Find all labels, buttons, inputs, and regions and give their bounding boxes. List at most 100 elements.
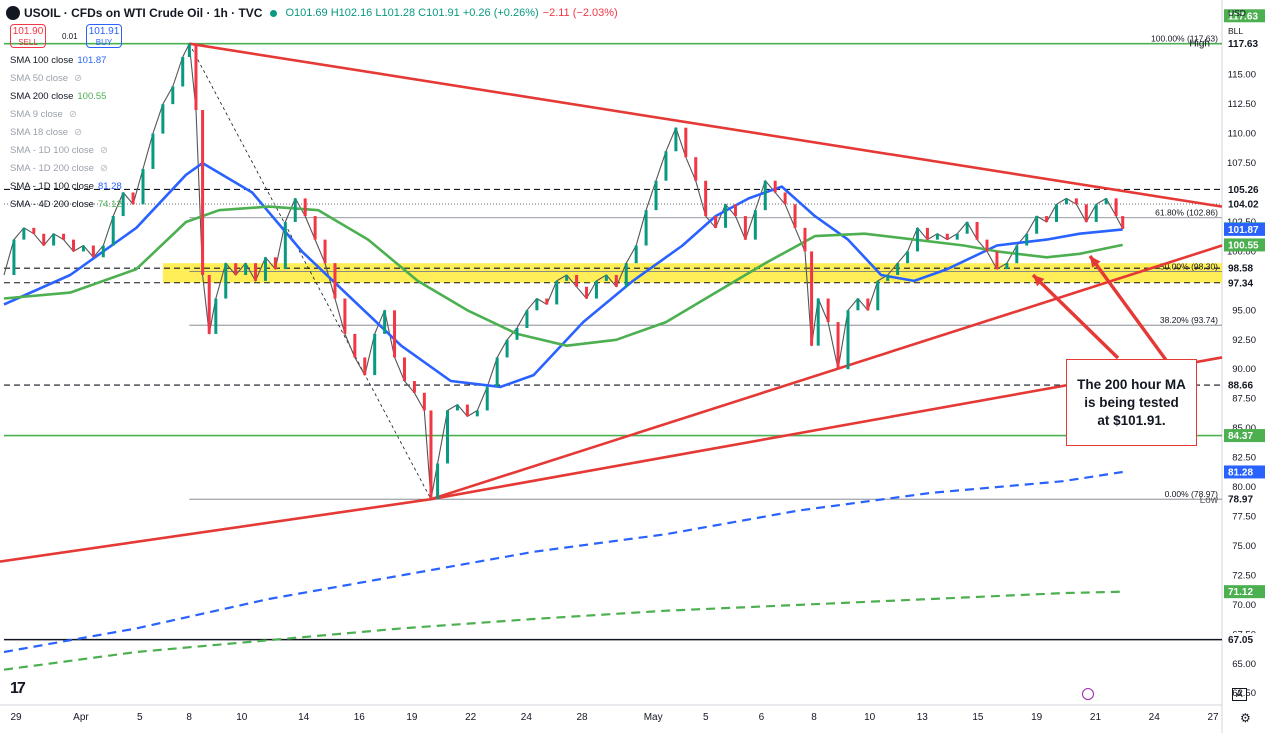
legend-item-name: SMA - 1D 100 close bbox=[10, 181, 94, 192]
legend-item[interactable]: SMA - 1D 100 close 81.28 bbox=[10, 180, 122, 194]
price-candle bbox=[886, 274, 890, 281]
price-candle bbox=[1114, 198, 1118, 217]
price-candle bbox=[896, 263, 900, 275]
price-candle bbox=[575, 274, 579, 287]
legend-item[interactable]: SMA 100 close 101.87 bbox=[10, 54, 106, 68]
legend-item[interactable]: SMA 18 close ⊘ bbox=[10, 126, 82, 140]
fib-level-label: 61.80% (102.86) bbox=[1155, 208, 1218, 218]
x-tick-label: 8 bbox=[811, 712, 817, 723]
x-tick-label: 29 bbox=[10, 712, 22, 723]
callout-line-1: The 200 hour MA bbox=[1077, 376, 1186, 392]
price-candle bbox=[1055, 204, 1059, 222]
legend-item[interactable]: SMA - 1D 100 close ⊘ bbox=[10, 144, 108, 158]
legend-item-name: SMA - 4D 200 close bbox=[10, 199, 94, 210]
price-candle bbox=[32, 227, 36, 234]
price-candle bbox=[714, 216, 718, 228]
price-candle bbox=[995, 251, 999, 270]
price-candle bbox=[475, 410, 479, 417]
price-candle bbox=[293, 198, 297, 222]
hidden-eye-icon[interactable]: ⊘ bbox=[69, 109, 77, 120]
price-candle bbox=[906, 251, 910, 264]
legend-item[interactable]: SMA 50 close ⊘ bbox=[10, 72, 82, 86]
sell-button[interactable]: 101.90 SELL bbox=[10, 24, 46, 48]
y-tick-label: 82.50 bbox=[1232, 453, 1256, 464]
callout-line-3: at $101.91. bbox=[1097, 412, 1166, 428]
x-tick-label: 19 bbox=[1031, 712, 1043, 723]
price-candle bbox=[773, 180, 777, 193]
price-candle bbox=[91, 245, 95, 258]
hidden-eye-icon[interactable]: ⊘ bbox=[100, 145, 108, 156]
legend-item[interactable]: SMA - 4D 200 close 74.12 bbox=[10, 198, 122, 212]
legend-item[interactable]: SMA 200 close 100.55 bbox=[10, 90, 106, 104]
price-candle bbox=[783, 192, 787, 205]
price-candle bbox=[81, 245, 85, 252]
price-candle bbox=[1104, 198, 1108, 205]
hidden-eye-icon[interactable]: ⊘ bbox=[100, 163, 108, 174]
auto-scale-button[interactable]: A bbox=[1232, 688, 1247, 701]
price-candle bbox=[763, 180, 767, 211]
price-candle bbox=[101, 245, 105, 258]
price-candle bbox=[694, 157, 698, 181]
price-candle bbox=[244, 263, 248, 275]
price-axis-label: 97.34 bbox=[1228, 278, 1253, 289]
price-candle bbox=[171, 86, 175, 105]
hidden-eye-icon[interactable]: ⊘ bbox=[74, 127, 82, 138]
price-candle bbox=[234, 263, 238, 275]
price-candle bbox=[826, 298, 830, 323]
buy-button[interactable]: 101.91 BUY bbox=[86, 24, 122, 48]
fib-level-label: 38.20% (93.74) bbox=[1160, 315, 1218, 325]
price-candle bbox=[273, 257, 277, 270]
settings-icon[interactable]: ⚙ bbox=[1240, 711, 1251, 725]
legend-item-name: SMA 50 close bbox=[10, 73, 69, 84]
price-candle bbox=[383, 310, 387, 334]
x-tick-label: 10 bbox=[864, 712, 876, 723]
price-candle bbox=[161, 104, 165, 134]
y-tick-label: 72.50 bbox=[1232, 570, 1256, 581]
price-axis-label: 81.28 bbox=[1228, 467, 1253, 478]
chart-header: USOIL · CFDs on WTI Crude Oil · 1h · TVC… bbox=[6, 4, 618, 22]
price-candle bbox=[684, 127, 688, 158]
legend-item-name: SMA 100 close bbox=[10, 55, 74, 66]
plot-area bbox=[4, 4, 1222, 705]
sell-price: 101.90 bbox=[12, 26, 44, 37]
low-label: Low bbox=[1200, 495, 1219, 506]
y-tick-label: 115.00 bbox=[1228, 70, 1256, 81]
price-candle bbox=[111, 216, 115, 246]
y-tick-label: 107.50 bbox=[1227, 158, 1256, 169]
price-candle bbox=[565, 274, 569, 281]
y-tick-label: 65.00 bbox=[1232, 659, 1256, 670]
price-candle bbox=[422, 392, 426, 411]
price-candle bbox=[12, 239, 16, 275]
hidden-eye-icon[interactable]: ⊘ bbox=[74, 73, 82, 84]
calendar-events-icon[interactable] bbox=[1082, 688, 1094, 700]
legend-item[interactable]: SMA - 1D 200 close ⊘ bbox=[10, 162, 108, 176]
legend-item-name: SMA - 1D 200 close bbox=[10, 163, 94, 174]
x-tick-label: 28 bbox=[576, 712, 588, 723]
legend-item-value: 81.28 bbox=[97, 181, 122, 192]
price-candle bbox=[151, 133, 155, 169]
price-candle bbox=[975, 221, 979, 240]
price-candle bbox=[1094, 204, 1098, 222]
legend-item-value: 101.87 bbox=[77, 55, 107, 66]
symbol-title[interactable]: USOIL · CFDs on WTI Crude Oil · 1h · TVC bbox=[24, 6, 262, 20]
price-candle bbox=[1035, 216, 1039, 234]
price-candle bbox=[254, 263, 258, 281]
price-candle bbox=[846, 310, 850, 370]
price-candle bbox=[585, 286, 589, 299]
price-candle bbox=[724, 204, 728, 228]
x-tick-label: 16 bbox=[354, 712, 366, 723]
y-tick-label: 110.00 bbox=[1228, 129, 1256, 140]
price-candle bbox=[52, 233, 56, 246]
price-axis-label: 67.05 bbox=[1228, 635, 1253, 646]
price-candle bbox=[743, 216, 747, 240]
price-candle bbox=[429, 410, 433, 500]
currency-code[interactable]: USD bbox=[1228, 8, 1246, 18]
price-candle bbox=[733, 204, 737, 217]
price-candle bbox=[856, 298, 860, 311]
price-candle bbox=[263, 257, 267, 281]
legend-item[interactable]: SMA 9 close ⊘ bbox=[10, 108, 77, 122]
price-candle bbox=[535, 298, 539, 311]
x-tick-label: 24 bbox=[1149, 712, 1161, 723]
annotation-callout: The 200 hour MA is being tested at $101.… bbox=[1066, 359, 1197, 446]
spread-value: 0.01 bbox=[62, 32, 78, 41]
